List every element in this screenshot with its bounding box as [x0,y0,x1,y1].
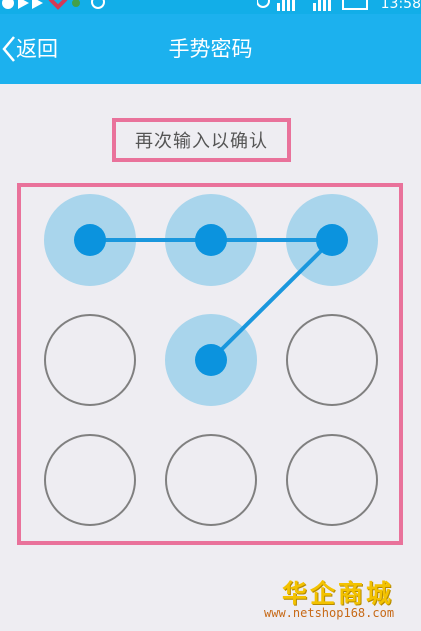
pattern-node-4[interactable] [44,314,136,406]
watermark-logo: 华企商城 [282,579,395,608]
watermark-url: www.netshop168.com [264,606,395,620]
pattern-node-7[interactable] [44,434,136,526]
pattern-dot-2 [195,224,227,256]
pattern-node-9[interactable] [286,434,378,526]
pattern-node-6[interactable] [286,314,378,406]
pattern-dot-3 [316,224,348,256]
pattern-node-8[interactable] [165,434,257,526]
pattern-lock-grid[interactable] [0,0,421,631]
pattern-dot-5 [195,344,227,376]
pattern-dot-1 [74,224,106,256]
